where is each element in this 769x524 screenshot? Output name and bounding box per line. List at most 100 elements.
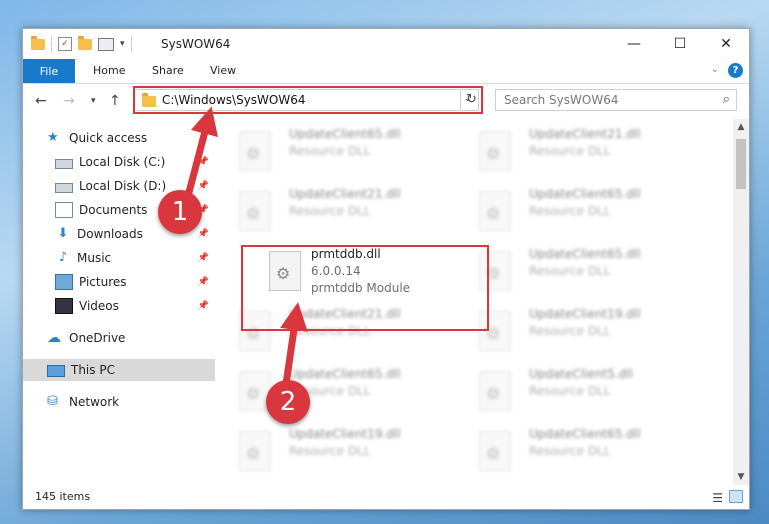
vertical-scrollbar[interactable]: ▲ ▼ — [733, 119, 749, 485]
folder-icon — [31, 35, 45, 50]
tab-share[interactable]: Share — [152, 59, 184, 83]
file-name: UpdateClient65.dll — [529, 247, 641, 261]
forward-arrow-icon[interactable]: → — [63, 93, 75, 109]
tiles-view-icon[interactable] — [729, 490, 743, 503]
annotation-callout-1: 1 — [158, 190, 202, 234]
file-tile[interactable]: UpdateClient19.dll Resource DLL — [223, 425, 443, 481]
explorer-window: ✓ ▾ SysWOW64 — ☐ ✕ File Home Share View … — [22, 28, 750, 510]
sidebar-item-label: This PC — [71, 363, 115, 377]
sidebar-item-label: Videos — [79, 299, 119, 313]
pin-icon[interactable]: 📌 — [198, 277, 209, 287]
sidebar-item-label: Quick access — [69, 131, 148, 145]
help-icon[interactable]: ? — [728, 63, 743, 78]
customize-toolbar-dropdown-icon[interactable]: ▾ — [120, 39, 125, 49]
quick-access-toolbar: ✓ ▾ — [31, 35, 132, 52]
tab-view[interactable]: View — [210, 59, 236, 83]
file-tile[interactable]: UpdateClient21.dll Resource DLL — [463, 125, 683, 181]
tab-file[interactable]: File — [23, 59, 75, 83]
back-arrow-icon[interactable]: ← — [35, 93, 47, 109]
file-tile[interactable]: UpdateClient65.dll Resource DLL — [223, 365, 443, 421]
download-icon: ⬇ — [57, 226, 69, 241]
file-tile[interactable]: UpdateClient65.dll Resource DLL — [463, 245, 683, 301]
network-icon: ⛁ — [47, 394, 58, 409]
sidebar-item-label: Documents — [79, 203, 148, 217]
minimize-button[interactable]: — — [611, 29, 657, 59]
pin-icon[interactable]: 📌 — [198, 253, 209, 263]
dll-file-icon — [239, 191, 271, 231]
maximize-button[interactable]: ☐ — [657, 29, 703, 59]
toolbar-divider — [130, 36, 132, 52]
file-tile[interactable]: UpdateClient65.dll Resource DLL — [223, 125, 443, 181]
sidebar-item-music[interactable]: ♪ Music 📌 — [23, 247, 215, 269]
toolbar-divider — [51, 36, 52, 52]
properties-check-icon[interactable]: ✓ — [58, 37, 72, 51]
dll-file-icon — [239, 431, 271, 471]
dll-file-icon — [479, 191, 511, 231]
file-tile[interactable]: UpdateClient19.dll Resource DLL — [463, 305, 683, 361]
navigation-pane: ★ Quick access Local Disk (C:) 📌 Local D… — [23, 121, 215, 485]
sidebar-item-label: Network — [69, 395, 120, 409]
window-title: SysWOW64 — [161, 37, 231, 51]
file-highlight-frame — [241, 245, 489, 331]
file-type: Resource DLL — [289, 204, 371, 218]
window-controls: — ☐ ✕ — [611, 29, 749, 59]
close-button[interactable]: ✕ — [703, 29, 749, 59]
new-folder-icon[interactable] — [78, 35, 92, 50]
sidebar-item-network[interactable]: ⛁ Network — [23, 391, 215, 413]
status-bar: 145 items ☰ — [23, 485, 749, 509]
sidebar-item-label: Local Disk (D:) — [79, 179, 167, 193]
file-tile[interactable]: UpdateClient5.dll Resource DLL — [463, 365, 683, 421]
search-input[interactable]: Search SysWOW64 — [504, 93, 618, 107]
sidebar-item-local-disk-c[interactable]: Local Disk (C:) 📌 — [23, 151, 215, 173]
recent-locations-dropdown-icon[interactable]: ▾ — [91, 96, 96, 106]
scroll-thumb[interactable] — [736, 139, 746, 189]
dll-file-icon — [479, 131, 511, 171]
search-box[interactable]: Search SysWOW64 ⌕ — [495, 89, 737, 111]
properties-icon[interactable] — [98, 37, 114, 51]
file-name: UpdateClient65.dll — [289, 127, 401, 141]
star-icon: ★ — [47, 130, 59, 145]
sidebar-item-quick-access[interactable]: ★ Quick access — [23, 127, 215, 149]
documents-icon — [55, 202, 73, 218]
videos-icon — [55, 298, 73, 314]
disk-icon — [55, 182, 73, 193]
file-tile[interactable]: UpdateClient21.dll Resource DLL — [223, 185, 443, 241]
file-type: Resource DLL — [529, 264, 611, 278]
pin-icon[interactable]: 📌 — [198, 301, 209, 311]
sidebar-item-pictures[interactable]: Pictures 📌 — [23, 271, 215, 293]
details-view-icon[interactable]: ☰ — [712, 491, 723, 505]
up-arrow-icon[interactable]: ↑ — [109, 93, 121, 109]
file-name: UpdateClient65.dll — [529, 427, 641, 441]
file-name: UpdateClient19.dll — [529, 307, 641, 321]
file-type: Resource DLL — [289, 444, 371, 458]
sidebar-item-label: Music — [77, 251, 112, 265]
file-type: Resource DLL — [529, 324, 611, 338]
pictures-icon — [55, 274, 73, 290]
sidebar-item-onedrive[interactable]: ☁ OneDrive — [23, 327, 215, 349]
file-name: UpdateClient65.dll — [529, 187, 641, 201]
item-count: 145 items — [35, 490, 91, 503]
tab-home[interactable]: Home — [93, 59, 125, 83]
disk-icon — [55, 158, 73, 169]
file-tile[interactable]: UpdateClient65.dll Resource DLL — [463, 425, 683, 481]
sidebar-item-videos[interactable]: Videos 📌 — [23, 295, 215, 317]
music-icon: ♪ — [58, 250, 68, 265]
sidebar-item-label: OneDrive — [69, 331, 126, 345]
expand-ribbon-chevron-icon[interactable]: ⌄ — [711, 64, 719, 75]
sidebar-item-this-pc[interactable]: This PC — [23, 359, 215, 381]
ribbon-tabs: File Home Share View ⌄ ? — [23, 59, 749, 84]
file-name: UpdateClient21.dll — [289, 187, 401, 201]
file-type: Resource DLL — [529, 384, 611, 398]
sidebar-item-label: Pictures — [79, 275, 127, 289]
cloud-icon: ☁ — [47, 330, 61, 346]
scroll-up-icon[interactable]: ▲ — [733, 119, 749, 135]
file-name: UpdateClient21.dll — [529, 127, 641, 141]
pin-icon[interactable]: 📌 — [198, 229, 209, 239]
file-tile[interactable]: UpdateClient65.dll Resource DLL — [463, 185, 683, 241]
pin-icon[interactable]: 📌 — [198, 181, 209, 191]
address-highlight-frame — [133, 86, 483, 114]
file-type: Resource DLL — [529, 204, 611, 218]
scroll-down-icon[interactable]: ▼ — [733, 469, 749, 485]
pin-icon[interactable]: 📌 — [198, 157, 209, 167]
search-icon[interactable]: ⌕ — [723, 92, 730, 107]
